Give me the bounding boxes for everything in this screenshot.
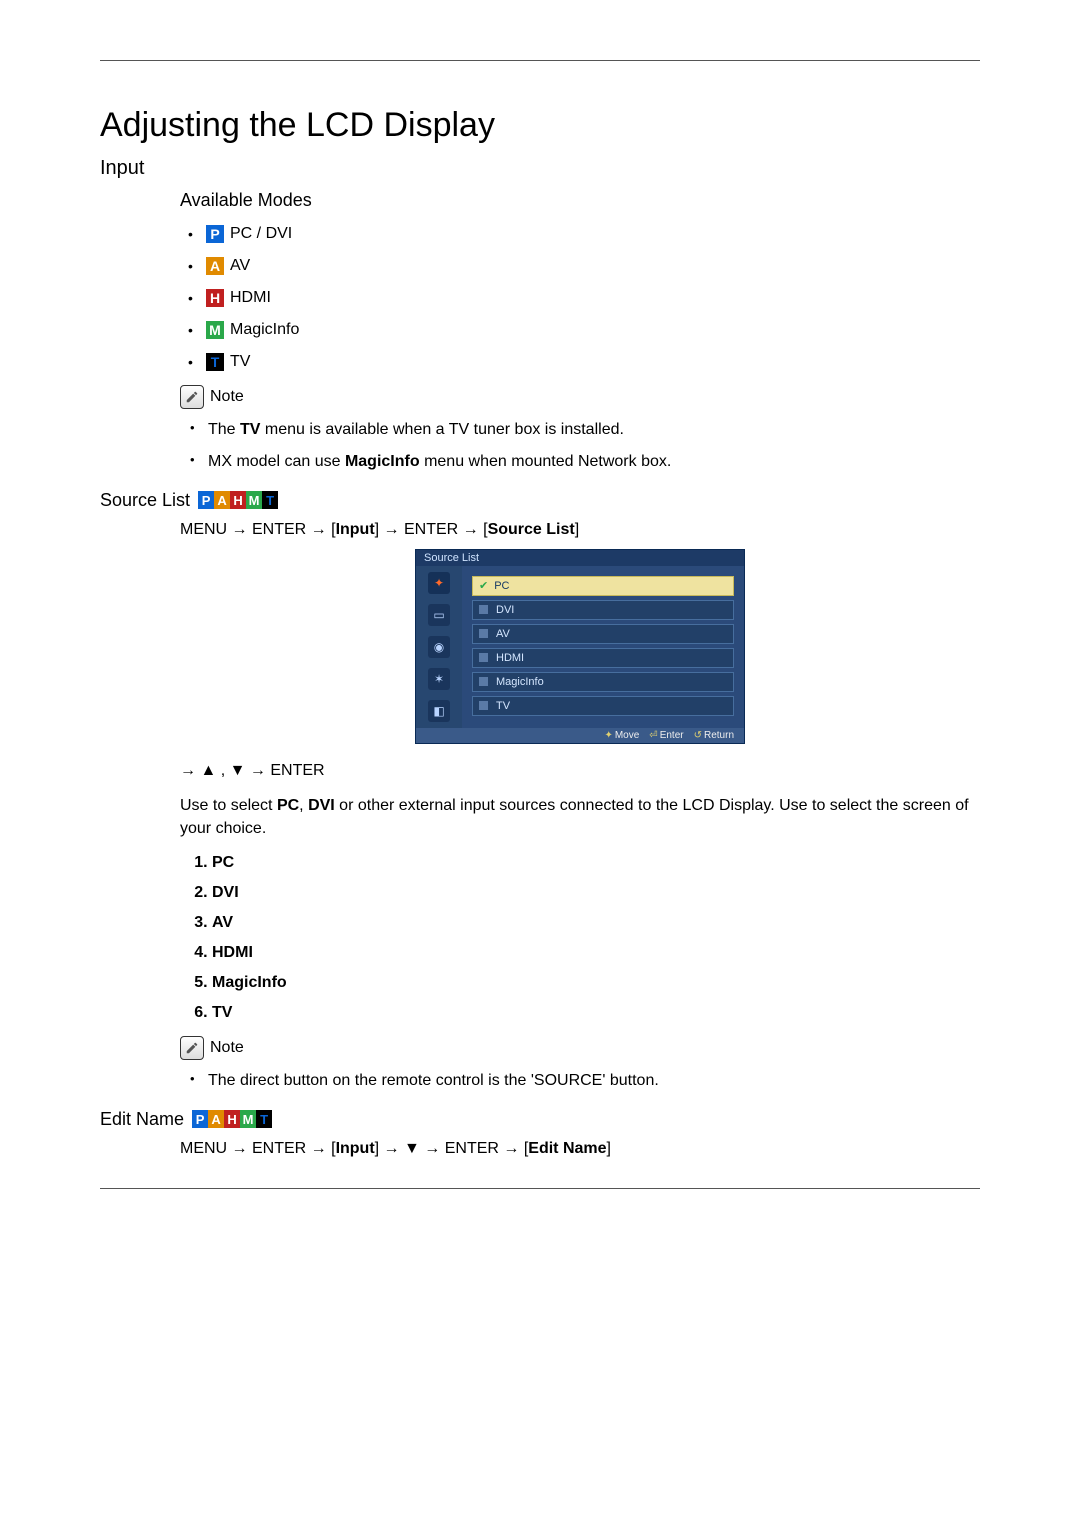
section-input-heading: Input: [100, 157, 980, 180]
osd-item-av: AV: [472, 624, 734, 644]
manual-page: Adjusting the LCD Display Input Availabl…: [0, 0, 1080, 1237]
p-icon: P: [198, 491, 214, 509]
p-icon: P: [192, 1110, 208, 1128]
osd-item-magicinfo: MagicInfo: [472, 672, 734, 692]
osd-sidebar: ✦ ▭ ◉ ✶ ◧: [416, 566, 462, 728]
osd-item-hdmi: HDMI: [472, 648, 734, 668]
m-icon: M: [240, 1110, 256, 1128]
p-icon: P: [206, 225, 224, 243]
list-item: DVI: [212, 884, 980, 902]
a-icon: A: [208, 1110, 224, 1128]
t-icon: T: [262, 491, 278, 509]
note-list: The direct button on the remote control …: [190, 1070, 980, 1092]
mode-item-hdmi: H HDMI: [188, 289, 980, 307]
note-label: Note: [210, 1039, 244, 1057]
edit-name-label: Edit Name: [100, 1109, 184, 1130]
source-ordered-list: PC DVI AV HDMI MagicInfo TV: [180, 854, 980, 1022]
mode-item-magicinfo: M MagicInfo: [188, 321, 980, 339]
pahmt-strip: P A H M T: [192, 1110, 272, 1128]
note-list: The TV menu is available when a TV tuner…: [190, 419, 980, 474]
mode-label: TV: [230, 353, 250, 371]
menu-path: MENU → ENTER → [Input] → ENTER → [Source…: [180, 521, 980, 539]
source-list-description: Use to select PC, DVI or other external …: [180, 794, 980, 840]
mode-item-pc: P PC / DVI: [188, 225, 980, 243]
available-modes-heading: Available Modes: [180, 190, 980, 211]
sidebar-picture-icon: ▭: [428, 604, 450, 626]
page-title: Adjusting the LCD Display: [100, 106, 980, 145]
h-icon: H: [230, 491, 246, 509]
osd-title: Source List: [416, 550, 744, 566]
subsection-edit-name-heading: Edit Name P A H M T: [100, 1109, 980, 1130]
pencil-icon: [180, 1036, 204, 1060]
note-item: MX model can use MagicInfo menu when mou…: [190, 451, 980, 473]
bold-magicinfo: MagicInfo: [345, 453, 420, 470]
subsection-source-list-heading: Source List P A H M T: [100, 490, 980, 511]
list-item: TV: [212, 1004, 980, 1022]
mode-label: PC / DVI: [230, 225, 292, 243]
pahmt-strip: P A H M T: [198, 491, 278, 509]
h-icon: H: [224, 1110, 240, 1128]
check-icon: ✔: [479, 579, 488, 592]
section-input-content: Available Modes P PC / DVI A AV H HDMI M…: [180, 190, 980, 474]
mode-item-av: A AV: [188, 257, 980, 275]
bold-tv: TV: [240, 421, 260, 438]
m-icon: M: [206, 321, 224, 339]
m-icon: M: [246, 491, 262, 509]
sidebar-setup-icon: ✶: [428, 668, 450, 690]
list-item: PC: [212, 854, 980, 872]
list-item: MagicInfo: [212, 974, 980, 992]
note-box: Note: [180, 1036, 980, 1060]
osd-item-tv: TV: [472, 696, 734, 716]
mode-label: AV: [230, 257, 250, 275]
mode-label: HDMI: [230, 289, 271, 307]
source-list-label: Source List: [100, 490, 190, 511]
note-box: Note: [180, 385, 980, 409]
note-label: Note: [210, 388, 244, 406]
mode-item-tv: T TV: [188, 353, 980, 371]
note-item: The TV menu is available when a TV tuner…: [190, 419, 980, 441]
section-source-list-content: MENU → ENTER → [Input] → ENTER → [Source…: [180, 521, 980, 1093]
arrow-nav-line: → ▲ , ▼ → ENTER: [180, 762, 980, 780]
sidebar-multi-icon: ◧: [428, 700, 450, 722]
sidebar-sound-icon: ◉: [428, 636, 450, 658]
pencil-icon: [180, 385, 204, 409]
note-item: The direct button on the remote control …: [190, 1070, 980, 1092]
osd-main: ✔PC DVI AV HDMI MagicInfo TV: [462, 566, 744, 728]
sidebar-input-icon: ✦: [428, 572, 450, 594]
section-edit-name-content: MENU → ENTER → [Input] → ▼ → ENTER → [Ed…: [180, 1140, 980, 1158]
top-divider: [100, 60, 980, 61]
mode-label: MagicInfo: [230, 321, 299, 339]
list-item: HDMI: [212, 944, 980, 962]
bottom-divider: [100, 1188, 980, 1189]
osd-item-dvi: DVI: [472, 600, 734, 620]
available-modes-list: P PC / DVI A AV H HDMI M MagicInfo T TV: [188, 225, 980, 371]
t-icon: T: [256, 1110, 272, 1128]
osd-footer: ✦Move ⏎Enter ↺Return: [416, 728, 744, 743]
t-icon: T: [206, 353, 224, 371]
a-icon: A: [206, 257, 224, 275]
osd-screenshot: Source List ✦ ▭ ◉ ✶ ◧ ✔PC DVI AV HDMI: [415, 549, 745, 744]
osd-item-pc: ✔PC: [472, 576, 734, 596]
a-icon: A: [214, 491, 230, 509]
menu-path: MENU → ENTER → [Input] → ▼ → ENTER → [Ed…: [180, 1140, 980, 1158]
h-icon: H: [206, 289, 224, 307]
list-item: AV: [212, 914, 980, 932]
